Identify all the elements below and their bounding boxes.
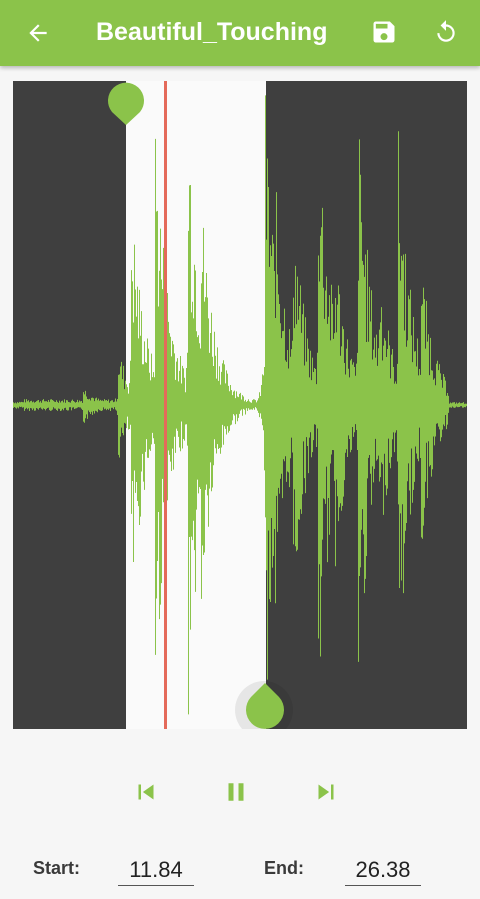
floppy-disk-icon — [373, 21, 395, 43]
reset-button[interactable] — [428, 14, 464, 50]
end-time-input[interactable] — [345, 850, 421, 886]
waveform-path — [13, 95, 467, 715]
start-time-input[interactable] — [118, 850, 194, 886]
playback-controls — [0, 770, 480, 814]
pause-icon — [228, 783, 244, 801]
back-button[interactable] — [20, 15, 56, 51]
skip-next-button[interactable] — [304, 770, 348, 814]
page-title: Beautiful_Touching — [96, 18, 328, 46]
playhead-line[interactable] — [164, 81, 167, 729]
skip-previous-icon — [138, 784, 154, 800]
start-marker-handle[interactable] — [107, 81, 145, 127]
save-button[interactable] — [366, 14, 402, 50]
app-bar: Beautiful_Touching — [0, 0, 480, 66]
arrow-left-icon — [29, 24, 47, 42]
end-label: End: — [264, 858, 304, 878]
waveform-editor[interactable] — [13, 81, 467, 729]
trim-time-fields: Start: End: — [0, 846, 480, 890]
rotate-ccw-icon — [437, 20, 455, 42]
end-marker-handle[interactable] — [245, 681, 285, 729]
pause-button[interactable] — [214, 770, 258, 814]
skip-previous-button[interactable] — [124, 770, 168, 814]
audio-waveform — [13, 95, 467, 715]
skip-next-icon — [318, 784, 334, 800]
start-label: Start: — [33, 858, 81, 878]
